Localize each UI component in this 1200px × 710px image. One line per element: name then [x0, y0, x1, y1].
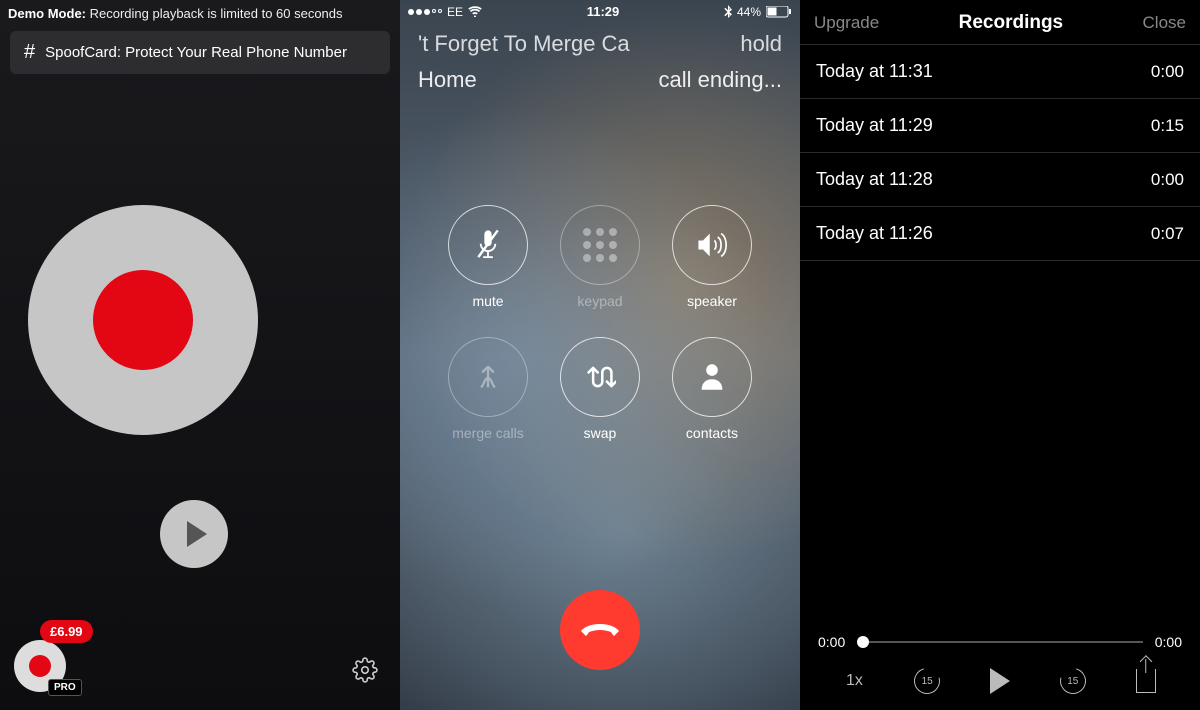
recording-duration: 0:15 — [1151, 116, 1184, 136]
swap-label: swap — [584, 425, 617, 441]
carrier-label: EE — [447, 5, 463, 19]
secondary-call-name: Home — [418, 67, 477, 93]
recording-duration: 0:07 — [1151, 224, 1184, 244]
gear-icon — [352, 657, 378, 683]
mute-icon — [473, 228, 503, 262]
contacts-button[interactable]: contacts — [656, 337, 768, 441]
scrubber-thumb-icon — [857, 636, 869, 648]
promo-text: SpoofCard: Protect Your Real Phone Numbe… — [45, 44, 347, 61]
keypad-button[interactable]: keypad — [544, 205, 656, 309]
recording-label: Today at 11:26 — [816, 223, 933, 244]
share-icon — [1136, 669, 1156, 693]
mute-button[interactable]: mute — [432, 205, 544, 309]
recorder-screen: Demo Mode: Recording playback is limited… — [0, 0, 400, 710]
signal-icon — [408, 9, 442, 15]
recording-duration: 0:00 — [1151, 170, 1184, 190]
playback-scrubber[interactable] — [857, 641, 1143, 643]
demo-mode-label: Demo Mode: — [8, 6, 86, 21]
recording-row[interactable]: Today at 11:29 0:15 — [800, 99, 1200, 153]
recording-label: Today at 11:29 — [816, 115, 933, 136]
keypad-icon — [583, 228, 617, 262]
pro-upsell-button[interactable]: £6.99 PRO — [14, 632, 74, 692]
play-icon — [990, 668, 1010, 694]
recording-duration: 0:00 — [1151, 62, 1184, 82]
recordings-list: Today at 11:31 0:00 Today at 11:29 0:15 … — [800, 44, 1200, 261]
battery-icon — [766, 6, 792, 18]
skip-back-button[interactable]: 15 — [891, 668, 964, 694]
share-button[interactable] — [1109, 669, 1182, 693]
recordings-title: Recordings — [959, 12, 1064, 34]
skip-forward-button[interactable]: 15 — [1036, 668, 1109, 694]
recording-row[interactable]: Today at 11:31 0:00 — [800, 44, 1200, 99]
speaker-button[interactable]: speaker — [656, 205, 768, 309]
wifi-icon — [468, 6, 482, 17]
skip-back-label: 15 — [922, 676, 933, 687]
pro-price-badge: £6.99 — [40, 620, 93, 643]
skip-forward-label: 15 — [1067, 676, 1078, 687]
promo-banner[interactable]: # SpoofCard: Protect Your Real Phone Num… — [10, 31, 390, 74]
recordings-header: Upgrade Recordings Close — [800, 0, 1200, 44]
call-contact-name: 't Forget To Merge Ca — [418, 31, 630, 57]
playback-total: 0:00 — [1155, 634, 1182, 650]
status-bar: EE 11:29 44% — [400, 0, 800, 21]
swap-button[interactable]: swap — [544, 337, 656, 441]
bluetooth-icon — [724, 5, 732, 18]
end-call-button[interactable] — [560, 590, 640, 670]
pro-dot-icon — [29, 655, 51, 677]
end-call-icon — [579, 620, 621, 640]
recording-row[interactable]: Today at 11:28 0:00 — [800, 153, 1200, 207]
swap-icon — [584, 363, 616, 391]
pro-label-badge: PRO — [48, 679, 82, 696]
play-icon — [187, 521, 207, 547]
close-button[interactable]: Close — [1143, 13, 1186, 33]
play-button[interactable] — [160, 500, 228, 568]
contacts-icon — [699, 362, 725, 392]
playback-position: 0:00 — [818, 634, 845, 650]
secondary-call-status: call ending... — [658, 67, 782, 93]
speaker-label: speaker — [687, 293, 737, 309]
playback-speed-button[interactable]: 1x — [818, 672, 891, 690]
recordings-screen: Upgrade Recordings Close Today at 11:31 … — [800, 0, 1200, 710]
record-icon — [93, 270, 193, 370]
upgrade-button[interactable]: Upgrade — [814, 13, 879, 33]
merge-icon — [474, 362, 502, 392]
recording-label: Today at 11:28 — [816, 169, 933, 190]
merge-calls-button[interactable]: merge calls — [432, 337, 544, 441]
battery-percent: 44% — [737, 5, 761, 19]
demo-mode-text: Recording playback is limited to 60 seco… — [86, 6, 343, 21]
playback-play-button[interactable] — [964, 668, 1037, 694]
playback-bar: 0:00 0:00 1x 15 15 — [800, 622, 1200, 710]
recording-row[interactable]: Today at 11:26 0:07 — [800, 207, 1200, 261]
speaker-icon — [695, 231, 729, 259]
demo-mode-banner: Demo Mode: Recording playback is limited… — [0, 0, 400, 27]
mute-label: mute — [472, 293, 503, 309]
hash-icon: # — [24, 41, 35, 64]
call-screen: EE 11:29 44% 't Forget To Merge Ca hold … — [400, 0, 800, 710]
call-info: 't Forget To Merge Ca hold Home call end… — [400, 21, 800, 93]
call-hold-status: hold — [740, 31, 782, 57]
settings-button[interactable] — [352, 657, 378, 688]
record-button[interactable] — [28, 205, 258, 435]
call-controls-grid: mute keypad speaker merge calls swap con… — [400, 205, 800, 441]
merge-label: merge calls — [452, 425, 524, 441]
playback-speed-label: 1x — [846, 672, 863, 690]
keypad-label: keypad — [577, 293, 622, 309]
status-time: 11:29 — [587, 4, 620, 19]
recording-label: Today at 11:31 — [816, 61, 933, 82]
contacts-label: contacts — [686, 425, 738, 441]
